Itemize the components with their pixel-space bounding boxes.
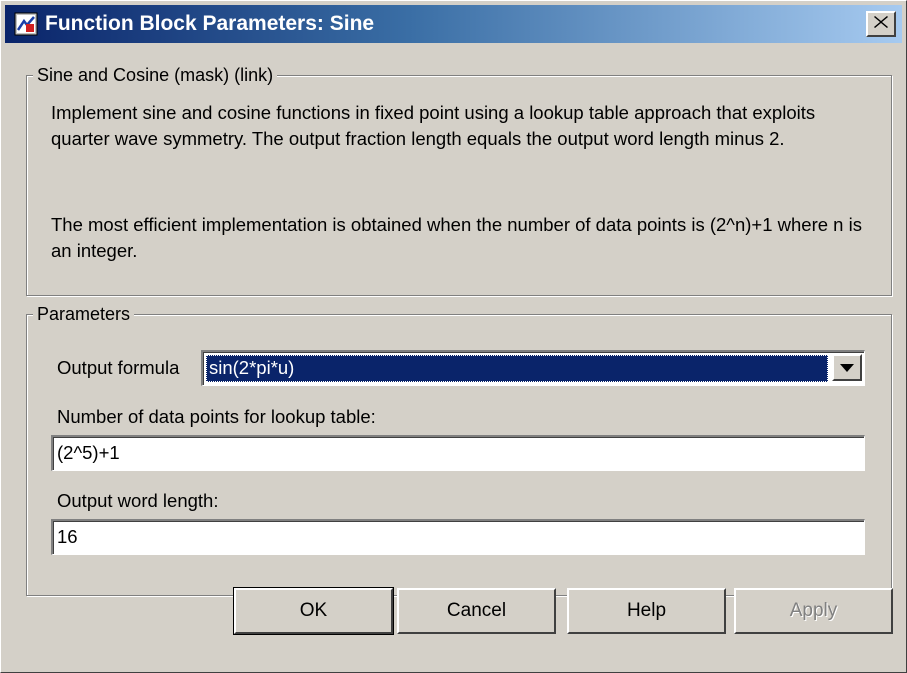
window-title: Function Block Parameters: Sine: [45, 12, 375, 35]
mask-description-group: Sine and Cosine (mask) (link) Implement …: [26, 63, 892, 296]
output-formula-label: Output formula: [57, 357, 180, 378]
output-formula-selected-value: sin(2*pi*u): [206, 355, 828, 382]
mask-group-legend: Sine and Cosine (mask) (link): [33, 63, 278, 87]
dialog-window: Function Block Parameters: Sine Sine and…: [0, 0, 907, 673]
parameters-group-legend: Parameters: [33, 302, 135, 326]
word-length-input[interactable]: 16: [51, 519, 865, 555]
mask-description-paragraph-2: The most efficient implementation is obt…: [51, 214, 862, 261]
word-length-label: Output word length:: [57, 490, 219, 511]
output-formula-dropdown-button[interactable]: [832, 354, 862, 381]
data-points-input[interactable]: (2^5)+1: [51, 435, 865, 471]
help-button[interactable]: Help: [567, 588, 726, 634]
close-button[interactable]: [866, 11, 896, 37]
output-formula-select[interactable]: sin(2*pi*u): [201, 350, 865, 386]
ok-button[interactable]: OK: [233, 587, 394, 635]
mask-description-paragraph-1: Implement sine and cosine functions in f…: [51, 102, 816, 149]
apply-button[interactable]: Apply: [734, 588, 893, 634]
data-points-label: Number of data points for lookup table:: [57, 406, 376, 427]
close-icon: [874, 15, 888, 33]
title-bar[interactable]: Function Block Parameters: Sine: [5, 5, 902, 43]
cancel-button[interactable]: Cancel: [397, 588, 556, 634]
chevron-down-icon: [840, 359, 854, 377]
simulink-block-icon: [14, 12, 38, 36]
